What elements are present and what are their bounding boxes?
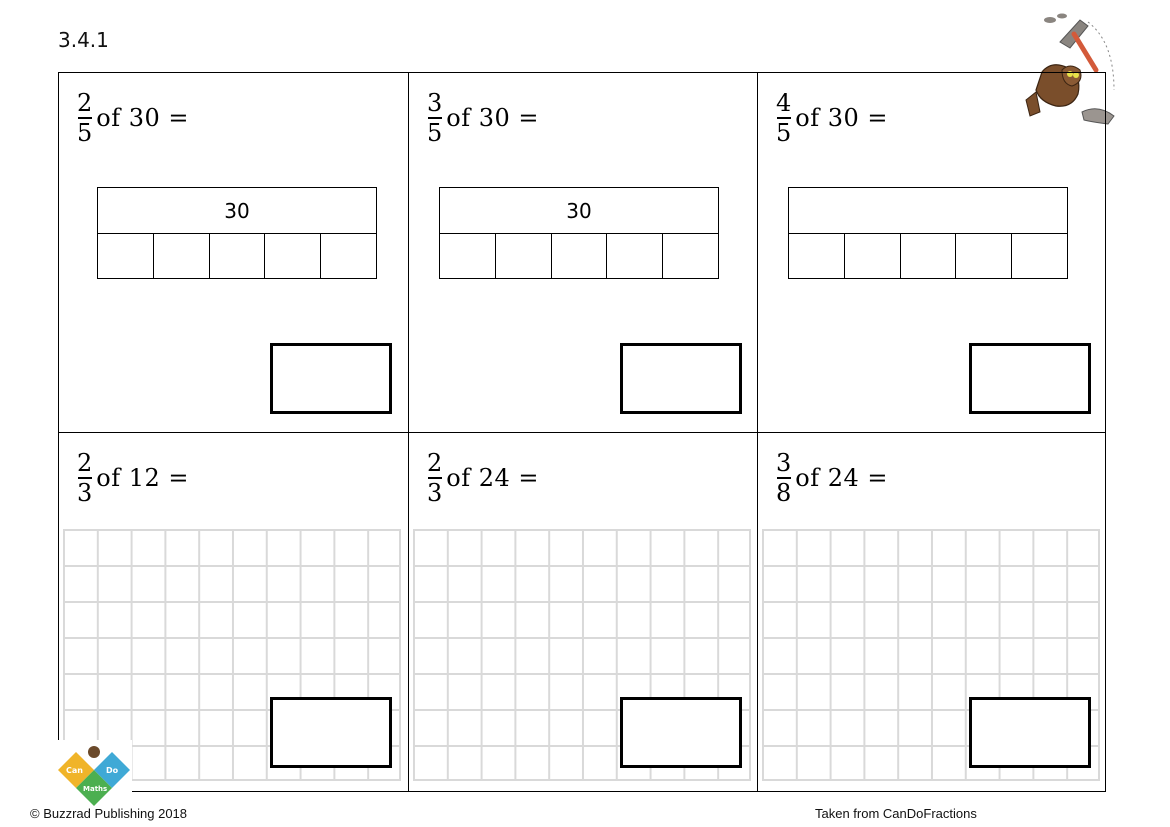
fraction-denominator: 3 — [77, 479, 93, 507]
bar-model-part[interactable] — [208, 234, 265, 278]
page-code: 3.4.1 — [58, 28, 109, 52]
answer-box[interactable] — [270, 343, 392, 414]
question-text: 3 5 of 30 = — [427, 89, 539, 147]
fraction-numerator: 3 — [776, 449, 792, 477]
question-cell: 2 3 of 24 = — [408, 432, 757, 791]
fraction-denominator: 3 — [427, 479, 443, 507]
fraction: 3 8 — [776, 449, 791, 507]
bar-model — [788, 187, 1068, 279]
bar-model: 30 — [439, 187, 719, 279]
question-cell: 2 3 of 12 = — [59, 432, 408, 791]
bar-model-part[interactable] — [98, 234, 153, 278]
fraction-denominator: 8 — [776, 479, 792, 507]
question-cell: 4 5 of 30 = — [757, 73, 1106, 432]
fraction-numerator: 4 — [776, 89, 792, 117]
question-expression: of 12 = — [96, 464, 190, 492]
fraction: 4 5 — [776, 89, 791, 147]
bar-model-whole: 30 — [98, 188, 376, 234]
question-text: 2 5 of 30 = — [77, 89, 189, 147]
logo-maths-text: Maths — [83, 785, 107, 793]
bar-model-part[interactable] — [264, 234, 320, 278]
question-expression: of 30 = — [795, 104, 889, 132]
bar-model-part[interactable] — [440, 234, 495, 278]
question-text: 2 3 of 24 = — [427, 449, 539, 507]
bar-model-part[interactable] — [955, 234, 1011, 278]
answer-box[interactable] — [969, 343, 1091, 414]
answer-box[interactable] — [620, 697, 742, 768]
fraction-denominator: 5 — [77, 119, 93, 147]
question-expression: of 30 = — [446, 104, 540, 132]
bar-model-part[interactable] — [606, 234, 662, 278]
bar-model-part[interactable] — [662, 234, 718, 278]
bar-model-part[interactable] — [494, 234, 551, 278]
bar-model-whole[interactable] — [789, 188, 1067, 234]
bar-model-part[interactable] — [320, 234, 376, 278]
bar-model-part[interactable] — [1011, 234, 1067, 278]
fraction-numerator: 3 — [427, 89, 443, 117]
bar-model-part[interactable] — [899, 234, 956, 278]
fraction-denominator: 5 — [427, 119, 443, 147]
fraction: 2 3 — [427, 449, 442, 507]
question-expression: of 24 = — [446, 464, 540, 492]
question-text: 2 3 of 12 = — [77, 449, 189, 507]
logo-can-text: Can — [66, 766, 83, 775]
bar-model-part[interactable] — [789, 234, 844, 278]
question-cell: 3 8 of 24 = — [757, 432, 1106, 791]
fraction-numerator: 2 — [77, 449, 93, 477]
question-text: 4 5 of 30 = — [776, 89, 888, 147]
bar-model-part[interactable] — [843, 234, 900, 278]
bar-model: 30 — [97, 187, 377, 279]
answer-box[interactable] — [620, 343, 742, 414]
answer-box[interactable] — [969, 697, 1091, 768]
question-text: 3 8 of 24 = — [776, 449, 888, 507]
fraction: 2 5 — [77, 89, 92, 147]
source-footer: Taken from CanDoFractions — [815, 806, 977, 821]
bar-model-part[interactable] — [152, 234, 209, 278]
question-cell: 2 5 of 30 = 30 — [59, 73, 408, 432]
bar-model-part[interactable] — [550, 234, 607, 278]
question-cell: 3 5 of 30 = 30 — [408, 73, 757, 432]
logo-do-text: Do — [106, 766, 119, 775]
question-expression: of 24 = — [795, 464, 889, 492]
fraction-denominator: 5 — [776, 119, 792, 147]
can-do-maths-logo: Can Do Maths — [56, 740, 132, 808]
fraction: 2 3 — [77, 449, 92, 507]
worksheet-grid: 2 5 of 30 = 30 3 5 of 30 = 30 4 5 of 30 … — [58, 72, 1106, 792]
fraction: 3 5 — [427, 89, 442, 147]
fraction-numerator: 2 — [77, 89, 93, 117]
answer-box[interactable] — [270, 697, 392, 768]
bar-model-whole: 30 — [440, 188, 718, 234]
fraction-numerator: 2 — [427, 449, 443, 477]
question-expression: of 30 = — [96, 104, 190, 132]
copyright-footer: © Buzzrad Publishing 2018 — [30, 806, 188, 821]
